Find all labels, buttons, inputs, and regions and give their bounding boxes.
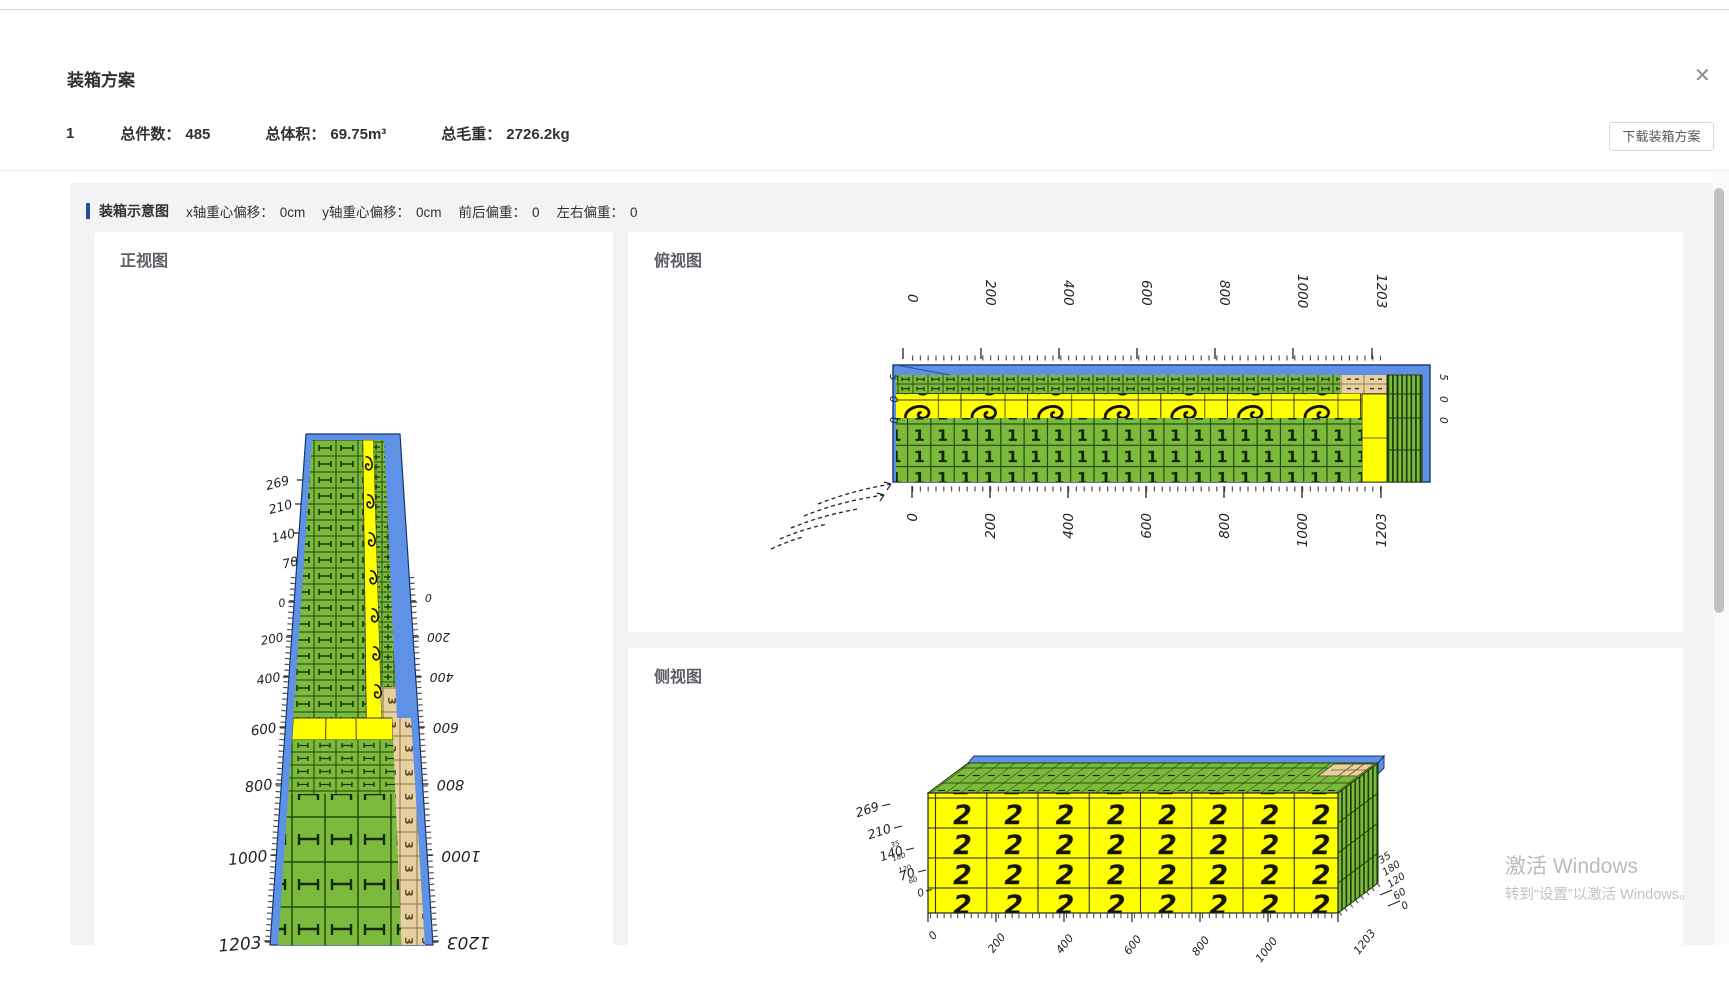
svg-text:1000: 1000 bbox=[441, 847, 481, 865]
svg-text:0: 0 bbox=[916, 886, 926, 900]
top-view-plot: 1 0 bbox=[628, 232, 1683, 632]
metric-x-offset: x轴重心偏移： 0cm bbox=[186, 201, 305, 221]
svg-text:210: 210 bbox=[267, 496, 294, 517]
svg-text:1203: 1203 bbox=[1374, 513, 1390, 547]
accent-bar bbox=[86, 203, 90, 219]
svg-text:1000: 1000 bbox=[1294, 274, 1310, 308]
svg-text:1000: 1000 bbox=[227, 847, 268, 869]
svg-text:1000: 1000 bbox=[1253, 935, 1280, 965]
svg-text:200: 200 bbox=[982, 280, 998, 306]
summary-stats: 1 总件数： 485 总体积： 69.75m³ 总毛重： 2726.2kg bbox=[66, 117, 625, 149]
svg-text:1000: 1000 bbox=[1295, 513, 1311, 547]
page-title: 装箱方案 bbox=[67, 66, 135, 91]
container-index: 1 bbox=[66, 125, 74, 142]
download-plan-button[interactable]: 下载装箱方案 bbox=[1609, 122, 1714, 151]
svg-text:5: 5 bbox=[1437, 374, 1449, 381]
svg-text:1203: 1203 bbox=[447, 932, 490, 952]
svg-text:800: 800 bbox=[1216, 280, 1232, 306]
content-area: 装箱示意图 x轴重心偏移： 0cm y轴重心偏移： 0cm 前后偏重： 0 左右… bbox=[70, 183, 1713, 945]
svg-text:0: 0 bbox=[904, 294, 920, 303]
svg-text:210: 210 bbox=[866, 821, 893, 843]
scrollbar-thumb[interactable] bbox=[1714, 188, 1724, 613]
svg-text:0: 0 bbox=[277, 596, 286, 610]
side-view-panel: 侧视图 2 bbox=[628, 648, 1683, 978]
svg-text:0: 0 bbox=[425, 591, 432, 604]
front-view-panel: 正视图 bbox=[94, 232, 613, 992]
svg-text:600: 600 bbox=[1121, 933, 1144, 958]
metric-y-offset: y轴重心偏移： 0cm bbox=[322, 201, 441, 221]
window-top-border bbox=[0, 9, 1729, 10]
svg-text:400: 400 bbox=[1053, 932, 1076, 957]
svg-text:600: 600 bbox=[1139, 513, 1155, 539]
svg-text:0: 0 bbox=[926, 929, 941, 943]
svg-text:5: 5 bbox=[887, 374, 899, 381]
close-icon[interactable]: ✕ bbox=[1694, 66, 1711, 86]
svg-text:400: 400 bbox=[256, 669, 282, 688]
svg-text:600: 600 bbox=[1138, 280, 1154, 306]
svg-text:1203: 1203 bbox=[1351, 927, 1378, 957]
svg-text:200: 200 bbox=[985, 931, 1008, 956]
svg-text:140: 140 bbox=[270, 525, 297, 545]
svg-text:60: 60 bbox=[908, 875, 919, 886]
section-header: 装箱示意图 x轴重心偏移： 0cm y轴重心偏移： 0cm 前后偏重： 0 左右… bbox=[86, 201, 655, 221]
svg-text:269: 269 bbox=[854, 799, 881, 821]
svg-text:200: 200 bbox=[427, 630, 450, 644]
svg-text:0: 0 bbox=[887, 417, 899, 424]
metric-left-right-bias: 左右偏重： 0 bbox=[557, 201, 638, 221]
stat-total-volume: 总体积： 69.75m³ bbox=[265, 123, 386, 144]
svg-text:800: 800 bbox=[1217, 513, 1233, 539]
svg-text:400: 400 bbox=[1061, 513, 1077, 539]
svg-text:200: 200 bbox=[983, 513, 999, 539]
header-divider bbox=[0, 170, 1729, 171]
stat-total-pieces: 总件数： 485 bbox=[120, 123, 210, 144]
leader-arrows bbox=[771, 484, 891, 549]
svg-text:400: 400 bbox=[430, 670, 454, 685]
svg-text:1203: 1203 bbox=[1373, 274, 1389, 308]
svg-text:800: 800 bbox=[244, 777, 273, 796]
svg-text:0: 0 bbox=[905, 513, 921, 522]
stat-total-weight: 总毛重： 2726.2kg bbox=[441, 123, 569, 144]
top-view-panel: 俯视图 1 bbox=[628, 232, 1683, 632]
svg-text:400: 400 bbox=[1060, 280, 1076, 306]
section-title: 装箱示意图 bbox=[99, 201, 169, 221]
side-view-plot: 2 269 210 140 70 bbox=[628, 648, 1683, 978]
svg-text:269: 269 bbox=[264, 472, 291, 493]
svg-text:0: 0 bbox=[1437, 417, 1449, 424]
svg-text:0: 0 bbox=[1437, 396, 1449, 403]
front-view-plot: 3 bbox=[94, 232, 613, 992]
svg-text:800: 800 bbox=[437, 776, 465, 792]
svg-text:200: 200 bbox=[260, 630, 285, 648]
svg-text:600: 600 bbox=[433, 719, 459, 735]
metric-front-back-bias: 前后偏重： 0 bbox=[459, 201, 540, 221]
svg-text:0: 0 bbox=[1400, 900, 1411, 913]
svg-text:800: 800 bbox=[1189, 934, 1212, 959]
svg-text:0: 0 bbox=[887, 396, 899, 403]
svg-text:600: 600 bbox=[250, 720, 278, 739]
side-cargo bbox=[928, 756, 1384, 913]
top-cargo bbox=[896, 365, 1422, 482]
